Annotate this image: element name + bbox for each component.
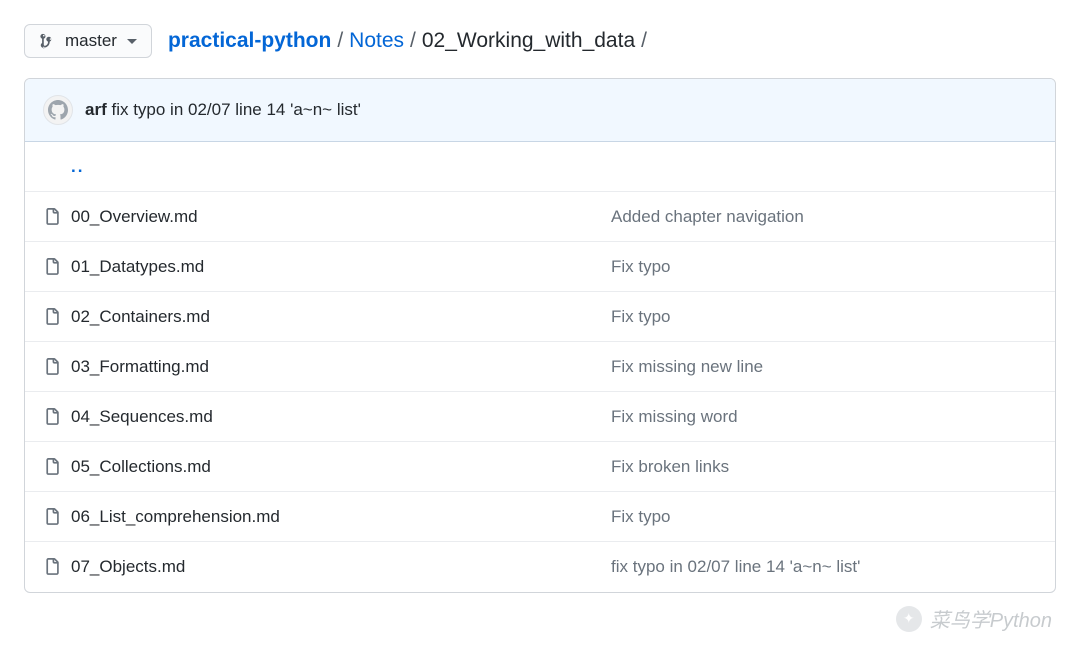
file-commit-message[interactable]: Fix typo [611,257,671,276]
file-row: 04_Sequences.md Fix missing word [25,392,1055,442]
file-link[interactable]: 03_Formatting.md [71,357,209,376]
file-row: 07_Objects.md fix typo in 02/07 line 14 … [25,542,1055,592]
file-commit-message[interactable]: Added chapter navigation [611,207,804,226]
file-commit-message[interactable]: Fix typo [611,507,671,526]
file-icon [43,458,61,476]
git-branch-icon [39,32,57,50]
file-row: 03_Formatting.md Fix missing new line [25,342,1055,392]
file-commit-message[interactable]: fix typo in 02/07 line 14 'a~n~ list' [611,557,860,576]
author-avatar[interactable] [43,95,73,125]
file-link[interactable]: 07_Objects.md [71,557,185,576]
file-commit-message[interactable]: Fix typo [611,307,671,326]
up-directory-row[interactable]: .. [25,142,1055,192]
file-commit-message[interactable]: Fix missing new line [611,357,763,376]
wechat-icon: ✦ [896,606,922,632]
breadcrumb: practical-python / Notes / 02_Working_wi… [168,29,647,53]
github-logo-icon [48,100,68,120]
breadcrumb-part-1: 02_Working_with_data [422,29,635,53]
file-icon [43,358,61,376]
breadcrumb-part-0[interactable]: Notes [349,29,404,53]
file-link[interactable]: 02_Containers.md [71,307,210,326]
file-commit-message[interactable]: Fix broken links [611,457,729,476]
file-listing-box: arf fix typo in 02/07 line 14 'a~n~ list… [24,78,1056,593]
file-commit-message[interactable]: Fix missing word [611,407,738,426]
file-row: 02_Containers.md Fix typo [25,292,1055,342]
branch-name: master [65,31,117,51]
up-directory-link[interactable]: .. [71,157,84,176]
breadcrumb-repo[interactable]: practical-python [168,29,331,53]
branch-select-button[interactable]: master [24,24,152,58]
files-list: .. 00_Overview.md Added chapter navigati… [25,142,1055,592]
file-row: 00_Overview.md Added chapter navigation [25,192,1055,242]
file-row: 05_Collections.md Fix broken links [25,442,1055,492]
file-row: 01_Datatypes.md Fix typo [25,242,1055,292]
file-link[interactable]: 01_Datatypes.md [71,257,204,276]
file-link[interactable]: 00_Overview.md [71,207,198,226]
file-icon [43,408,61,426]
file-icon [43,508,61,526]
latest-commit-bar[interactable]: arf fix typo in 02/07 line 14 'a~n~ list… [25,79,1055,142]
commit-message[interactable]: fix typo in 02/07 line 14 'a~n~ list' [111,100,360,119]
file-icon [43,208,61,226]
file-link[interactable]: 04_Sequences.md [71,407,213,426]
file-link[interactable]: 05_Collections.md [71,457,211,476]
caret-down-icon [127,39,137,44]
file-row: 06_List_comprehension.md Fix typo [25,492,1055,542]
file-link[interactable]: 06_List_comprehension.md [71,507,280,526]
file-icon [43,258,61,276]
commit-author[interactable]: arf [85,100,107,119]
file-icon [43,558,61,576]
file-icon [43,308,61,326]
